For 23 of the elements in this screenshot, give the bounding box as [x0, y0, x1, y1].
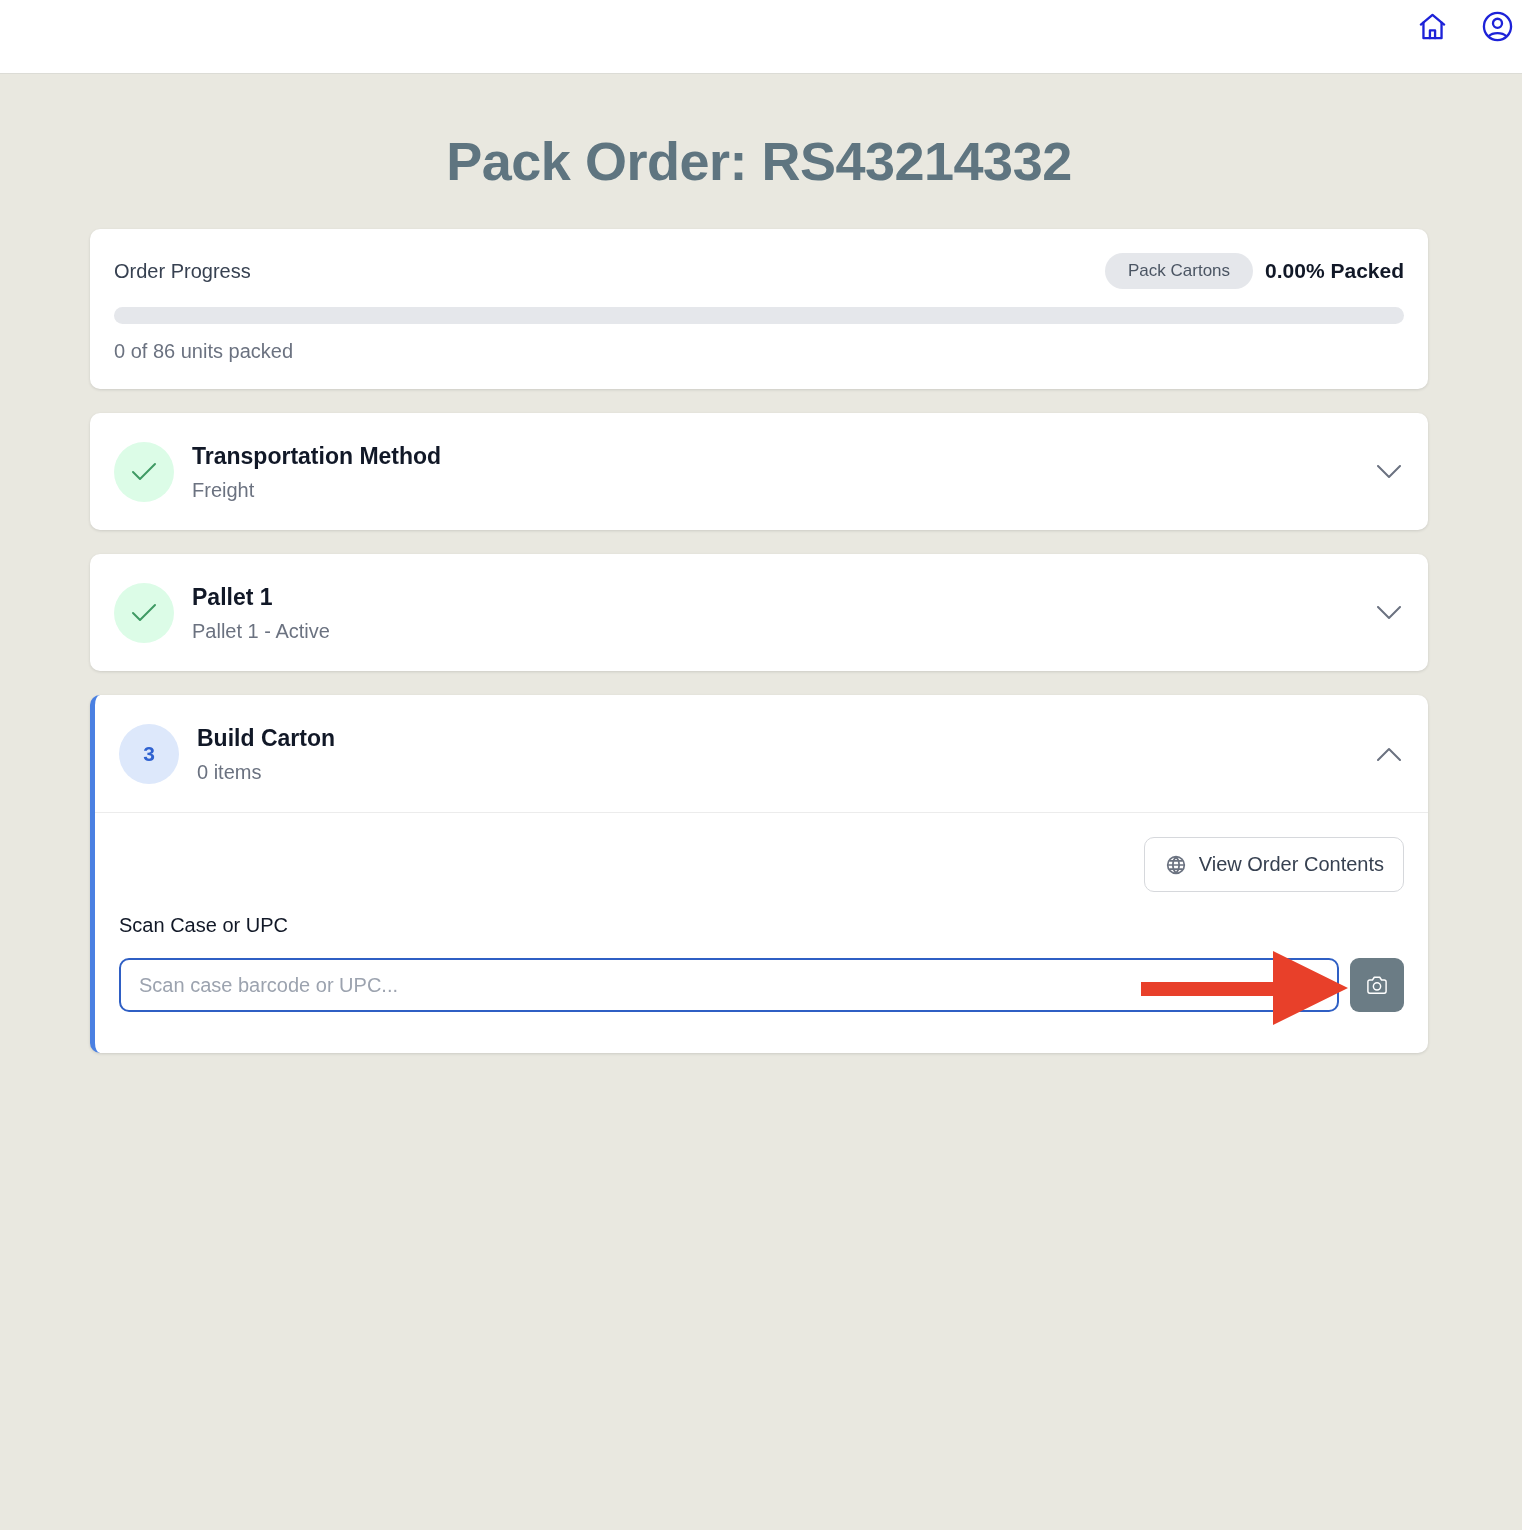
step-title: Build Carton [197, 724, 335, 753]
globe-icon [1165, 854, 1186, 875]
camera-button[interactable] [1350, 958, 1404, 1012]
progress-label: Order Progress [114, 259, 251, 283]
scan-input-field[interactable]: Scan case barcode or UPC... [119, 958, 1339, 1012]
field-label: Scan Case or UPC [119, 913, 288, 937]
units-caption: 0 of 86 units packed [114, 339, 293, 363]
step-subtitle: Pallet 1 - Active [192, 619, 330, 644]
chevron-down-icon[interactable] [1377, 606, 1401, 620]
home-icon[interactable] [1417, 11, 1448, 42]
step-title: Transportation Method [192, 442, 442, 471]
view-order-contents-button[interactable]: View Order Contents [1143, 837, 1404, 892]
camera-icon [1366, 975, 1388, 995]
percent-packed: 0.00% Packed [1265, 259, 1404, 283]
step-subtitle: Freight [192, 478, 255, 503]
step-title: Pallet 1 [192, 583, 273, 612]
step-subtitle: 0 items [197, 760, 262, 785]
page-title: Pack Order: RS43214332 [445, 130, 1073, 192]
chevron-up-icon[interactable] [1377, 747, 1401, 761]
user-icon[interactable] [1482, 11, 1513, 42]
status-badge: Pack Cartons [1105, 253, 1254, 289]
step-number: 3 [119, 724, 179, 784]
chevron-down-icon[interactable] [1377, 465, 1401, 479]
